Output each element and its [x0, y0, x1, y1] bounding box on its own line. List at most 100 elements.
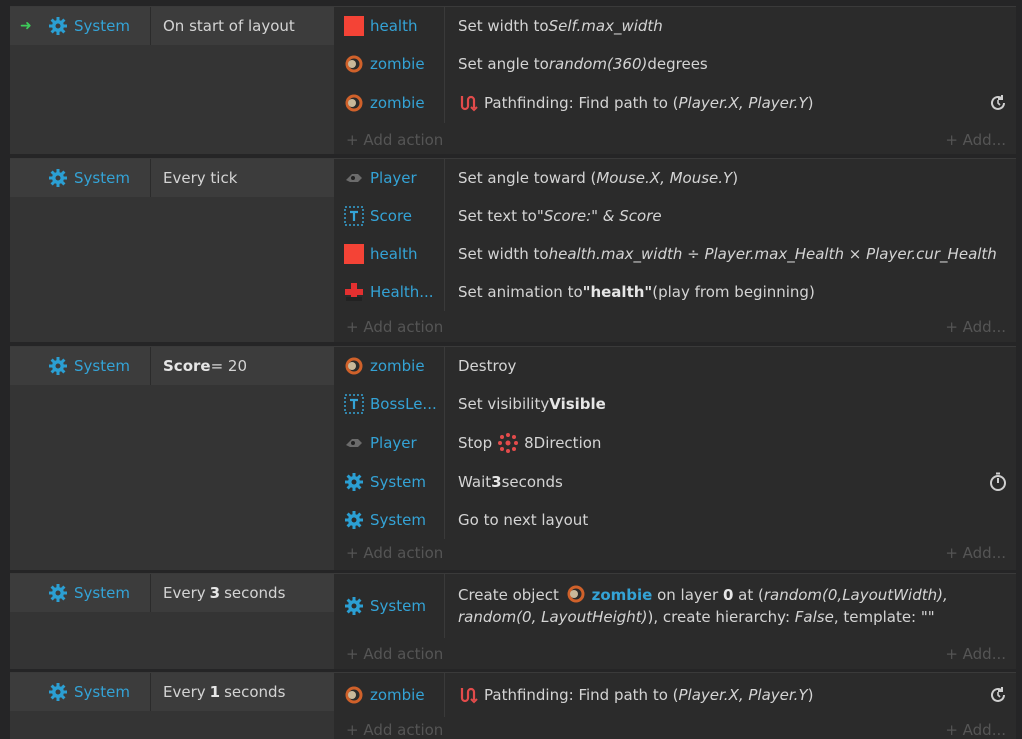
- text-part: Set angle to: [458, 55, 549, 73]
- text-part: Player.X, Player.Y: [678, 94, 808, 112]
- add-action-button[interactable]: + Add action: [346, 318, 443, 336]
- text-part: health.max_width ÷ Player.max_Health × P…: [548, 245, 997, 263]
- action-row[interactable]: zombie Pathfinding: Find path to (Player…: [336, 83, 1016, 123]
- event-block[interactable]: System Score = 20 zombie Destroy BossLe.…: [10, 346, 1016, 570]
- divider: [444, 159, 445, 197]
- divider: [444, 463, 445, 501]
- condition-text: Every 3 seconds: [163, 574, 285, 612]
- add-row: + Add action + Add...: [336, 131, 1016, 153]
- add-row: + Add action + Add...: [336, 645, 1016, 667]
- action-row[interactable]: zombie Pathfinding: Find path to (Player…: [336, 673, 1016, 717]
- action-object-label: zombie: [370, 357, 425, 375]
- add-action-button[interactable]: + Add action: [346, 645, 443, 663]
- 8direction-icon: [498, 433, 519, 453]
- condition-row[interactable]: System Every 3 seconds: [10, 574, 334, 612]
- action-object-label: health: [370, 17, 418, 35]
- health-sprite-icon: [344, 16, 364, 36]
- divider: [444, 45, 445, 83]
- text-part: seconds: [224, 584, 286, 602]
- action-row[interactable]: zombie Destroy: [336, 347, 1016, 385]
- action-row[interactable]: Player Stop 8Direction: [336, 423, 1016, 463]
- add-more-button[interactable]: + Add...: [945, 318, 1006, 336]
- event-block[interactable]: ➜ System On start of layout health Set w…: [10, 6, 1016, 154]
- text-part: at (: [733, 586, 764, 604]
- text-part: zombie: [591, 586, 653, 604]
- condition-row[interactable]: System Every 1 seconds: [10, 673, 334, 711]
- text-part: 0: [722, 586, 734, 604]
- actions-column: Player Set angle toward (Mouse.X, Mouse.…: [336, 159, 1016, 342]
- action-text: Pathfinding: Find path to (Player.X, Pla…: [458, 83, 813, 123]
- text-part: Set width to: [458, 17, 549, 35]
- text-part: ): [732, 169, 739, 187]
- divider: [444, 347, 445, 385]
- action-row[interactable]: Health... Set animation to "health" (pla…: [336, 273, 1016, 311]
- action-text: Pathfinding: Find path to (Player.X, Pla…: [458, 673, 813, 717]
- text-part: Mouse.X, Mouse.Y: [596, 169, 733, 187]
- action-object-label: Health...: [370, 283, 434, 301]
- text-part: degrees: [647, 55, 708, 73]
- system-gear-icon: [345, 473, 363, 491]
- add-more-button[interactable]: + Add...: [945, 645, 1006, 663]
- add-action-button[interactable]: + Add action: [346, 721, 443, 739]
- divider: [444, 574, 445, 638]
- divider: [150, 574, 151, 612]
- action-text: Stop 8Direction: [458, 423, 601, 463]
- add-action-button[interactable]: + Add action: [346, 131, 443, 149]
- action-row[interactable]: System Create object zombie on layer 0 a…: [336, 574, 1016, 638]
- add-more-button[interactable]: + Add...: [945, 721, 1006, 739]
- add-more-button[interactable]: + Add...: [945, 544, 1006, 562]
- player-sprite-icon: [346, 439, 362, 447]
- condition-object: System: [48, 347, 148, 385]
- condition-column: System Every 1 seconds: [10, 673, 334, 739]
- condition-column: ➜ System On start of layout: [10, 7, 334, 154]
- action-object-label: zombie: [370, 94, 425, 112]
- condition-object-label: System: [74, 683, 130, 701]
- action-row[interactable]: BossLe... Set visibility Visible: [336, 385, 1016, 423]
- action-row[interactable]: System Go to next layout: [336, 501, 1016, 539]
- divider: [444, 423, 445, 463]
- pathfinding-icon: [460, 95, 478, 112]
- action-row[interactable]: Player Set angle toward (Mouse.X, Mouse.…: [336, 159, 1016, 197]
- text-part: Destroy: [458, 357, 517, 375]
- condition-column: System Every 3 seconds: [10, 574, 334, 669]
- actions-column: zombie Destroy BossLe... Set visibility …: [336, 347, 1016, 570]
- system-gear-icon: [49, 683, 67, 701]
- action-text: Destroy: [458, 347, 516, 385]
- text-part: seconds: [501, 473, 563, 491]
- action-text: Set visibility Visible: [458, 385, 606, 423]
- action-row[interactable]: System Wait 3 seconds: [336, 463, 1016, 501]
- condition-row[interactable]: ➜ System On start of layout: [10, 7, 334, 45]
- condition-object: System: [48, 7, 148, 45]
- divider: [444, 273, 445, 311]
- condition-text: On start of layout: [163, 17, 295, 35]
- condition-column: System Score = 20: [10, 347, 334, 570]
- condition-object: System: [48, 159, 148, 197]
- condition-object: System: [48, 673, 148, 711]
- async-refresh-icon: [991, 687, 1005, 702]
- text-part: Every: [163, 683, 206, 701]
- action-text: Set width to health.max_width ÷ Player.m…: [458, 235, 997, 273]
- condition-row[interactable]: System Score = 20: [10, 347, 334, 385]
- text-part: (play from beginning): [652, 283, 815, 301]
- action-row[interactable]: Score Set text to "Score:" & Score: [336, 197, 1016, 235]
- action-row[interactable]: zombie Set angle to random(360) degrees: [336, 45, 1016, 83]
- event-block[interactable]: System Every 1 seconds zombie Pathfindin…: [10, 672, 1016, 739]
- add-row: + Add action + Add...: [336, 544, 1016, 566]
- condition-text: Every tick: [163, 169, 238, 187]
- action-row[interactable]: health Set width to health.max_width ÷ P…: [336, 235, 1016, 273]
- add-more-button[interactable]: + Add...: [945, 131, 1006, 149]
- text-part: 3: [491, 473, 502, 491]
- async-refresh-icon: [991, 95, 1005, 110]
- text-part: 1: [209, 683, 221, 701]
- condition-text: Every 1 seconds: [163, 673, 285, 711]
- add-action-button[interactable]: + Add action: [346, 544, 443, 562]
- condition-row[interactable]: System Every tick: [10, 159, 334, 197]
- text-part: Self.max_width: [548, 17, 663, 35]
- text-part: "health": [582, 283, 653, 301]
- actions-column: health Set width to Self.max_width zombi…: [336, 7, 1016, 154]
- action-text: Set angle toward (Mouse.X, Mouse.Y): [458, 159, 738, 197]
- text-part: ): [807, 94, 814, 112]
- event-block[interactable]: System Every 3 seconds System Create obj…: [10, 573, 1016, 669]
- event-block[interactable]: System Every tick Player Set angle towar…: [10, 158, 1016, 342]
- action-row[interactable]: health Set width to Self.max_width: [336, 7, 1016, 45]
